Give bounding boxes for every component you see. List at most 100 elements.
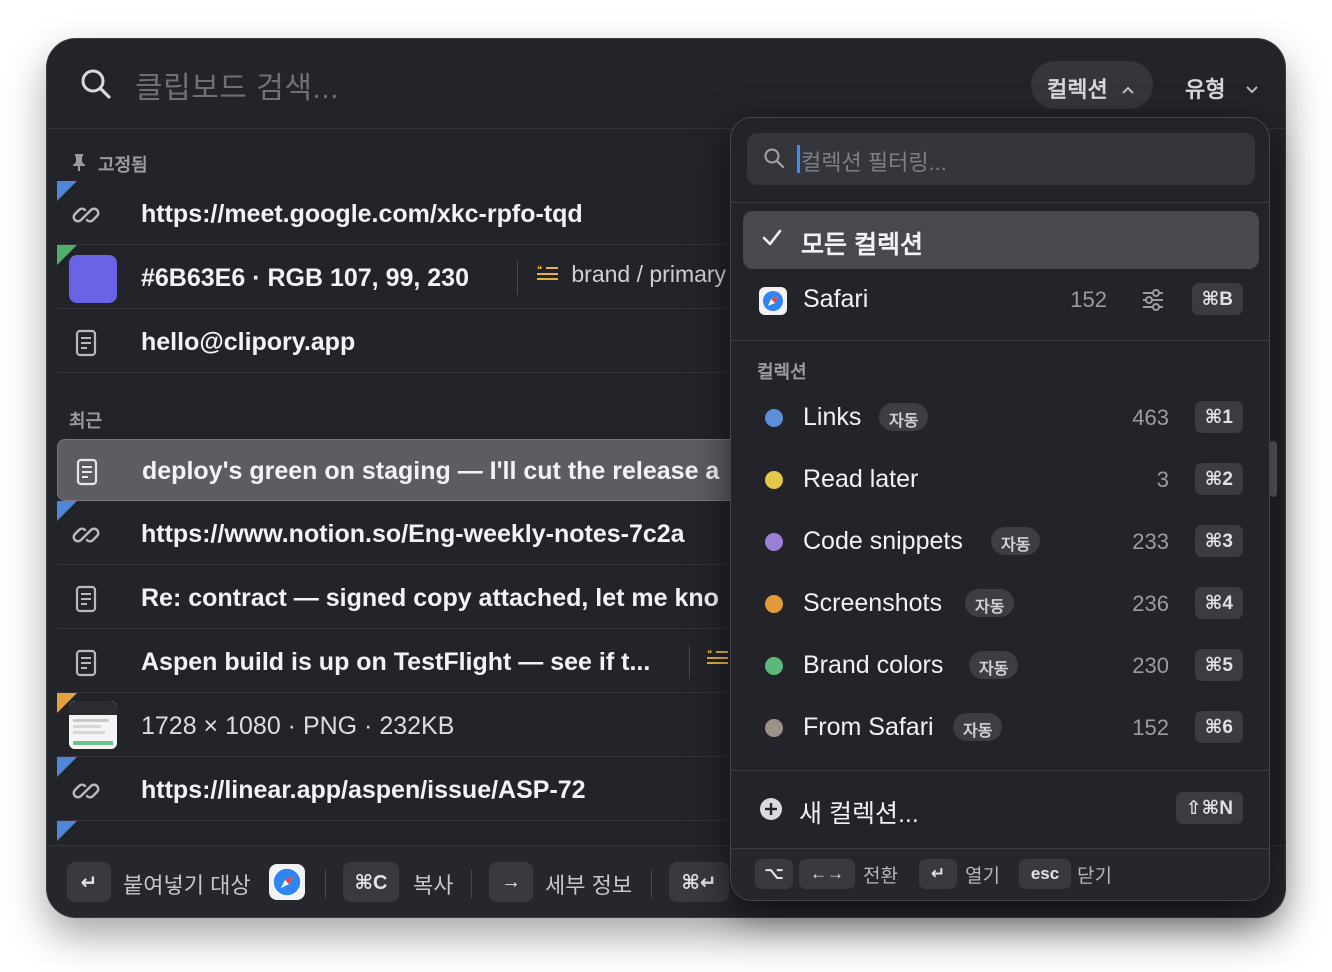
- source-item-safari[interactable]: Safari 152 ⌘B: [743, 271, 1259, 329]
- close-label: 닫기: [1077, 866, 1112, 887]
- color-swatch: [69, 255, 117, 303]
- search-icon: [79, 67, 113, 106]
- collection-shortcut: ⌘4: [1194, 587, 1243, 619]
- source-name: Safari: [803, 285, 869, 313]
- collection-corner-marker: [57, 693, 77, 713]
- all-collections-label: 모든 컬렉션: [801, 231, 923, 259]
- collection-dropdown-label: 컬렉션: [1047, 77, 1108, 102]
- link-icon: [69, 198, 103, 232]
- collection-shortcut: ⌘5: [1194, 649, 1243, 681]
- collection-name: Screenshots: [803, 589, 942, 617]
- checkmark-icon: [761, 227, 783, 254]
- enter-key: ↵: [67, 862, 111, 902]
- collection-item-brand-colors[interactable]: Brand colors 자동 230 ⌘5: [743, 637, 1259, 695]
- divider: [651, 870, 652, 898]
- item-text: https://linear.app/aspen/issue/ASP-72: [141, 776, 586, 804]
- all-collections-item[interactable]: 모든 컬렉션: [743, 211, 1259, 269]
- paste-target-label: 붙여넣기 대상: [123, 873, 251, 898]
- item-text: #6B63E6 · RGB 107, 99, 230: [141, 264, 469, 292]
- collection-item-code-snippets[interactable]: Code snippets 자동 233 ⌘3: [743, 513, 1259, 571]
- esc-key: esc: [1019, 859, 1071, 889]
- collection-count: 463: [1132, 405, 1169, 430]
- collection-count: 233: [1132, 529, 1169, 554]
- divider: [325, 870, 326, 898]
- collection-shortcut: ⌘2: [1194, 463, 1243, 495]
- collection-shortcut: ⌘1: [1194, 401, 1243, 433]
- copy-label: 복사: [413, 873, 454, 898]
- source-count: 152: [1070, 287, 1107, 312]
- chevron-up-icon: [1121, 77, 1135, 103]
- divider: [517, 261, 518, 295]
- pinned-title: 고정됨: [98, 155, 148, 175]
- details-label: 세부 정보: [545, 873, 633, 898]
- collection-item-screenshots[interactable]: Screenshots 자동 236 ⌘4: [743, 575, 1259, 633]
- collection-shortcut: ⌘3: [1194, 525, 1243, 557]
- new-collection-shortcut: ⇧⌘N: [1175, 792, 1243, 824]
- collection-color-dot: [765, 657, 783, 675]
- safari-icon: [759, 287, 787, 320]
- auto-badge: 자동: [953, 713, 1003, 741]
- divider: [731, 340, 1269, 341]
- link-icon: [69, 774, 103, 808]
- copy-shortcut-key: ⌘C: [343, 862, 399, 902]
- right-arrow-key: →: [489, 862, 533, 902]
- auto-badge: 자동: [879, 403, 929, 431]
- enter-key: ↵: [919, 859, 957, 889]
- divider: [471, 870, 472, 898]
- sliders-icon[interactable]: [1141, 289, 1165, 316]
- collection-name: Code snippets: [803, 527, 963, 555]
- divider: [731, 202, 1269, 203]
- collection-color-dot: [765, 533, 783, 551]
- item-text: deploy's green on staging — I'll cut the…: [142, 457, 720, 485]
- collection-count: 3: [1156, 467, 1169, 492]
- collection-name: Brand colors: [803, 651, 944, 679]
- plus-circle-icon: [759, 797, 783, 826]
- collection-item-from-safari[interactable]: From Safari 자동 152 ⌘6: [743, 699, 1259, 757]
- item-text: https://meet.google.com/xkc-rpfo-tqd: [141, 200, 583, 228]
- collection-name: From Safari: [803, 713, 934, 741]
- collection-corner-marker: [57, 821, 77, 841]
- type-dropdown-button[interactable]: 유형: [1171, 61, 1261, 109]
- collection-count: 236: [1132, 591, 1169, 616]
- collection-count: 230: [1132, 653, 1169, 678]
- item-tag: ❝ brand / primary: [537, 261, 726, 288]
- divider: [689, 645, 690, 679]
- document-icon: [69, 646, 103, 680]
- search-input[interactable]: 클립보드 검색...: [135, 63, 339, 107]
- item-text: 1728 × 1080 · PNG · 232KB: [141, 712, 455, 740]
- link-icon: [69, 518, 103, 552]
- document-icon: [69, 326, 103, 360]
- collection-color-dot: [765, 719, 783, 737]
- collection-dropdown-button[interactable]: 컬렉션: [1031, 61, 1153, 109]
- quote-list-icon: ❝: [537, 261, 559, 287]
- auto-badge: 자동: [991, 527, 1041, 555]
- collections-popover: 컬렉션 필터링... 모든 컬렉션 Safari 152 ⌘B 컬렉션 Link…: [730, 117, 1270, 901]
- collections-section-header: 컬렉션: [757, 362, 807, 382]
- new-collection-button[interactable]: 새 컬렉션... ⇧⌘N: [743, 780, 1259, 838]
- scrollbar-thumb[interactable]: [1269, 441, 1277, 497]
- switch-label: 전환: [863, 866, 898, 887]
- chevron-down-icon: [1245, 77, 1259, 103]
- item-tag-label: brand / primary: [571, 261, 727, 287]
- option-key: ⌥: [755, 859, 793, 889]
- divider: [731, 770, 1269, 771]
- pin-icon: [71, 154, 87, 175]
- collection-shortcut: ⌘6: [1194, 711, 1243, 743]
- collection-count: 152: [1132, 715, 1169, 740]
- collection-filter-placeholder: 컬렉션 필터링...: [801, 150, 947, 175]
- collection-item-links[interactable]: Links 자동 463 ⌘1: [743, 389, 1259, 447]
- quote-list-icon: ❝: [707, 645, 729, 672]
- collection-color-dot: [765, 471, 783, 489]
- left-right-arrow-key: ←→: [799, 859, 855, 889]
- cmd-enter-key: ⌘↵: [669, 862, 729, 902]
- document-icon: [69, 582, 103, 616]
- source-shortcut: ⌘B: [1191, 283, 1243, 315]
- item-text: hello@clipory.app: [141, 328, 356, 356]
- collection-filter-input[interactable]: 컬렉션 필터링...: [747, 133, 1255, 185]
- collection-name: Links: [803, 403, 862, 431]
- recent-section-header: 최근: [69, 411, 103, 431]
- collection-item-read-later[interactable]: Read later 3 ⌘2: [743, 451, 1259, 509]
- item-text: https://www.notion.so/Eng-weekly-notes-7…: [141, 520, 685, 548]
- collection-color-dot: [765, 595, 783, 613]
- item-text: Re: contract — signed copy attached, let…: [141, 584, 719, 612]
